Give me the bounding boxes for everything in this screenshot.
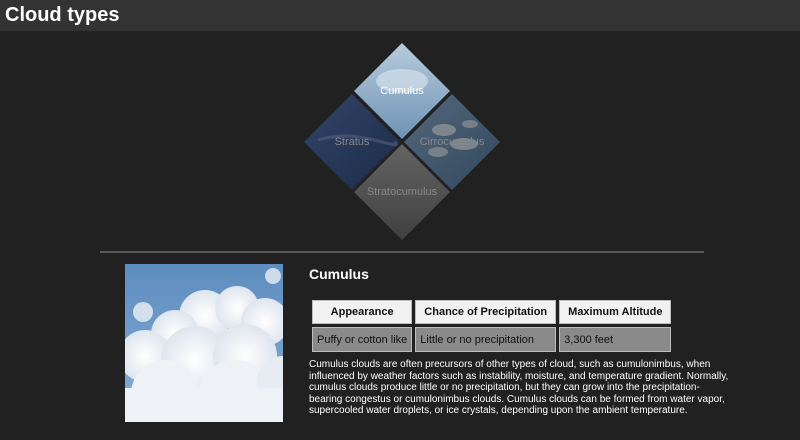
header-bar: Cloud types [0, 0, 800, 31]
table-cell-appearance: Puffy or cotton like [312, 327, 413, 352]
cloud-info-table: Appearance Chance of Precipitation Maxim… [309, 297, 674, 355]
page-title: Cloud types [5, 4, 120, 26]
table-header-row: Appearance Chance of Precipitation Maxim… [312, 300, 672, 324]
table-cell-altitude: 3,300 feet [559, 327, 672, 352]
column-header: Maximum Altitude [559, 300, 672, 324]
table-cell-precipitation: Little or no precipitation [415, 327, 557, 352]
tile-stratocumulus[interactable]: Stratocumulus [354, 144, 450, 240]
column-header: Appearance [312, 300, 413, 324]
detail-title: Cumulus [309, 266, 369, 282]
cumulus-photo [125, 264, 283, 422]
tile-label-stratocumulus: Stratocumulus [366, 186, 438, 198]
section-divider [100, 251, 704, 253]
column-header: Chance of Precipitation [415, 300, 557, 324]
table-row: Puffy or cotton like Little or no precip… [312, 327, 672, 352]
detail-description: Cumulus clouds are often precursors of o… [309, 359, 729, 417]
